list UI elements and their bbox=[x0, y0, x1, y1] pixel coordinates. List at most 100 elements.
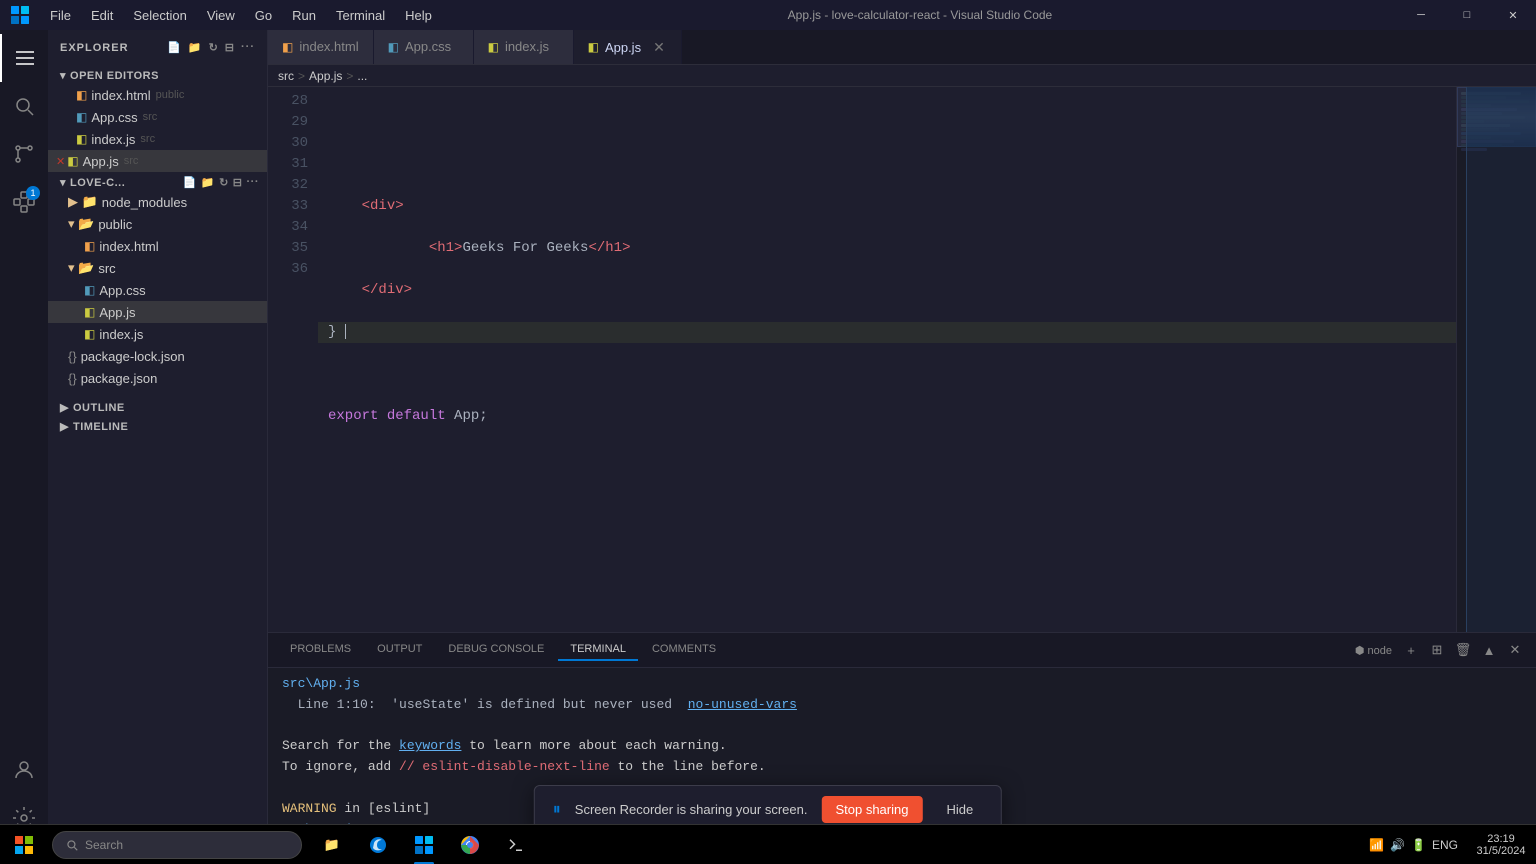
tab-app-js[interactable]: ◧ App.js ✕ bbox=[574, 30, 682, 64]
taskbar-chrome[interactable] bbox=[448, 825, 492, 864]
window-title: App.js - love-calculator-react - Visual … bbox=[442, 8, 1398, 22]
close-button[interactable]: ✕ bbox=[1490, 0, 1536, 30]
titlebar: File Edit Selection View Go Run Terminal… bbox=[0, 0, 1536, 30]
tree-index-html[interactable]: ◧ index.html bbox=[48, 235, 267, 257]
tree-src[interactable]: ▾ 📂 src bbox=[48, 257, 267, 279]
tab-index-js[interactable]: ◧ index.js bbox=[474, 30, 574, 64]
open-editor-app-css[interactable]: ◧ App.css src bbox=[48, 106, 267, 128]
code-content[interactable]: <div> <h1>Geeks For Geeks</h1> </div> } … bbox=[318, 87, 1456, 632]
window-controls: ─ □ ✕ bbox=[1398, 0, 1536, 30]
panel-tab-output[interactable]: OUTPUT bbox=[365, 639, 434, 661]
new-folder-project-icon[interactable]: 📁 bbox=[201, 176, 215, 189]
tab-label: App.css bbox=[405, 39, 451, 54]
split-terminal-icon[interactable]: ⊞ bbox=[1426, 639, 1448, 661]
start-button[interactable] bbox=[0, 825, 48, 864]
open-editor-index-js[interactable]: ◧ index.js src bbox=[48, 128, 267, 150]
tree-package-lock[interactable]: {} package-lock.json bbox=[48, 345, 267, 367]
breadcrumb-symbol[interactable]: ... bbox=[357, 69, 367, 83]
sidebar-more-icon[interactable]: ··· bbox=[241, 41, 255, 54]
tree-package-json[interactable]: {} package.json bbox=[48, 367, 267, 389]
stop-sharing-button[interactable]: Stop sharing bbox=[821, 796, 922, 823]
close-panel-icon[interactable]: ✕ bbox=[1504, 639, 1526, 661]
code-line-35: export default App; bbox=[318, 406, 1456, 427]
sidebar-header: Explorer 📄 📁 ↻ ⊟ ··· bbox=[48, 30, 267, 65]
breadcrumb-sep2: > bbox=[346, 69, 353, 83]
source-control-icon[interactable] bbox=[0, 130, 48, 178]
line-numbers: 28 29 30 31 32 33 34 35 36 bbox=[268, 87, 318, 632]
tree-app-js[interactable]: ◧ App.js bbox=[48, 301, 267, 323]
project-section[interactable]: ▾ LOVE-C... 📄 📁 ↻ ⊟ ··· bbox=[48, 172, 267, 191]
sidebar-new-folder-icon[interactable]: 📁 bbox=[188, 41, 203, 54]
panel-tab-terminal[interactable]: TERMINAL bbox=[558, 639, 638, 661]
minimize-button[interactable]: ─ bbox=[1398, 0, 1444, 30]
sidebar-refresh-icon[interactable]: ↻ bbox=[209, 41, 219, 54]
terminal-line: src\App.js bbox=[282, 674, 1522, 695]
volume-icon[interactable]: 🔊 bbox=[1390, 838, 1405, 852]
code-line-36 bbox=[318, 448, 1456, 469]
add-terminal-icon[interactable]: + bbox=[1400, 639, 1422, 661]
kill-terminal-icon[interactable]: 🗑 bbox=[1452, 639, 1474, 661]
menu-terminal[interactable]: Terminal bbox=[326, 0, 395, 30]
taskbar-edge[interactable] bbox=[356, 825, 400, 864]
folder-icon: ▾ 📂 bbox=[68, 260, 94, 276]
sidebar-collapse-icon[interactable]: ⊟ bbox=[225, 41, 235, 54]
maximize-panel-icon[interactable]: ▲ bbox=[1478, 639, 1500, 661]
menu-go[interactable]: Go bbox=[245, 0, 282, 30]
lang-indicator[interactable]: ENG bbox=[1432, 838, 1458, 852]
account-icon[interactable] bbox=[0, 746, 48, 794]
maximize-button[interactable]: □ bbox=[1444, 0, 1490, 30]
outline-chevron: ▶ bbox=[60, 401, 69, 414]
network-icon[interactable]: 📶 bbox=[1369, 838, 1384, 852]
close-editor-icon[interactable]: ✕ bbox=[56, 155, 65, 168]
taskbar-terminal[interactable] bbox=[494, 825, 538, 864]
sidebar-new-file-icon[interactable]: 📄 bbox=[167, 41, 182, 54]
extensions-icon[interactable]: 1 bbox=[0, 178, 48, 226]
tree-public[interactable]: ▾ 📂 public bbox=[48, 213, 267, 235]
panel-tab-problems[interactable]: PROBLEMS bbox=[278, 639, 363, 661]
explorer-icon[interactable] bbox=[0, 34, 48, 82]
taskbar-vscode[interactable] bbox=[402, 825, 446, 864]
tree-app-css[interactable]: ◧ App.css bbox=[48, 279, 267, 301]
menu-file[interactable]: File bbox=[40, 0, 81, 30]
menu-edit[interactable]: Edit bbox=[81, 0, 123, 30]
collapse-project-icon[interactable]: ⊟ bbox=[233, 176, 243, 189]
keywords-link[interactable]: keywords bbox=[399, 738, 461, 753]
tab-app-css[interactable]: ◧ App.css bbox=[374, 30, 474, 64]
tab-index-html[interactable]: ◧ index.html bbox=[268, 30, 374, 64]
panel-tab-comments[interactable]: COMMENTS bbox=[640, 639, 728, 661]
terminal-line: Line 1:10: 'useState' is defined but nev… bbox=[282, 695, 1522, 716]
tab-icon: ◧ bbox=[282, 40, 293, 54]
tree-index-js[interactable]: ◧ index.js bbox=[48, 323, 267, 345]
refresh-project-icon[interactable]: ↻ bbox=[219, 176, 229, 189]
code-editor[interactable]: 28 29 30 31 32 33 34 35 36 <div> <h1>Gee… bbox=[268, 87, 1536, 632]
tree-item-label: package-lock.json bbox=[81, 349, 185, 364]
battery-icon[interactable]: 🔋 bbox=[1411, 838, 1426, 852]
menu-run[interactable]: Run bbox=[282, 0, 326, 30]
hide-button[interactable]: Hide bbox=[936, 796, 983, 823]
breadcrumb-file[interactable]: App.js bbox=[309, 69, 342, 83]
search-icon[interactable] bbox=[0, 82, 48, 130]
no-unused-vars-link[interactable]: no-unused-vars bbox=[688, 697, 797, 712]
menu-view[interactable]: View bbox=[197, 0, 245, 30]
outline-section[interactable]: ▶ OUTLINE bbox=[48, 397, 267, 416]
open-editors-label: OPEN EDITORS bbox=[70, 70, 159, 82]
open-editor-app-js[interactable]: ✕ ◧ App.js src bbox=[48, 150, 267, 172]
new-file-project-icon[interactable]: 📄 bbox=[183, 176, 197, 189]
menu-help[interactable]: Help bbox=[395, 0, 442, 30]
app-icon[interactable] bbox=[0, 0, 40, 30]
taskbar-clock[interactable]: 23:19 31/5/2024 bbox=[1466, 825, 1536, 864]
open-editors-section[interactable]: ▾ OPEN EDITORS bbox=[48, 65, 267, 84]
taskbar-search[interactable]: Search bbox=[52, 831, 302, 859]
open-editor-index-html[interactable]: ◧ index.html public bbox=[48, 84, 267, 106]
code-line-33: } bbox=[318, 322, 1456, 343]
panel-tab-debug[interactable]: DEBUG CONSOLE bbox=[436, 639, 556, 661]
taskbar-explorer[interactable]: 📁 bbox=[310, 825, 354, 864]
timeline-section[interactable]: ▶ TIMELINE bbox=[48, 416, 267, 435]
terminal-line: To ignore, add // eslint-disable-next-li… bbox=[282, 757, 1522, 778]
tab-close-icon[interactable]: ✕ bbox=[651, 38, 667, 57]
tab-label: index.html bbox=[299, 39, 358, 54]
breadcrumb-src[interactable]: src bbox=[278, 69, 294, 83]
tree-node-modules[interactable]: ▶ 📁 node_modules bbox=[48, 191, 267, 213]
more-project-icon[interactable]: ··· bbox=[247, 176, 260, 189]
menu-selection[interactable]: Selection bbox=[123, 0, 196, 30]
